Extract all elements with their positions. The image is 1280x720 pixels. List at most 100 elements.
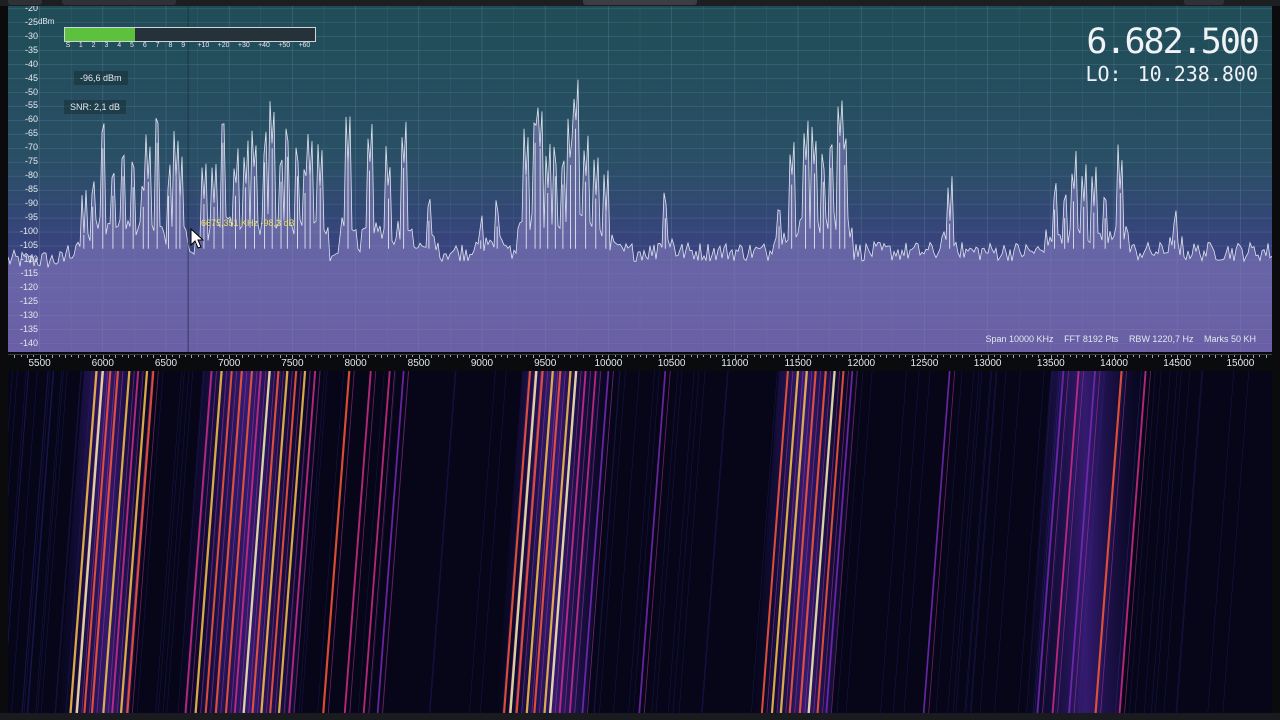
lo-frequency-display[interactable]: LO: 10.238.800 [1085,62,1258,86]
x-tick-mark [210,355,212,357]
s-meter-scale: S 1 2 3 4 5 6 7 8 9 +10 +20 +30 +40 +50 +60 [64,42,324,52]
x-tick-mark [886,355,888,358]
waterfall-noise [8,371,27,616]
waterfall-noise [369,371,397,713]
s-meter-scale-label: 1 [78,42,83,49]
x-tick-mark [1076,355,1078,358]
s-meter-scale-label: 6 [142,42,147,49]
spectrum-plot[interactable]: -20 -25 -30 -35 -40 -45 -50 -55 -60 -65 -70 -75 -80 -… [8,6,1272,352]
waterfall-signal-trace [922,371,951,713]
waterfall-noise [701,371,729,713]
waterfall-noise [27,371,55,713]
x-tick-mark [956,355,957,357]
x-tick-mark [58,355,60,357]
x-tick-mark [494,355,496,358]
x-tick-mark [393,355,395,358]
x-tick-mark [741,355,743,357]
x-tick-mark [317,355,319,358]
x-tick-mark [1183,355,1185,357]
mouse-pointer-icon [190,228,204,249]
x-tick-mark [20,355,22,357]
x-tick-mark [665,355,667,357]
x-tick-mark [71,355,73,357]
waterfall-noise [429,371,456,713]
s-meter-scale-label: 3 [104,42,109,49]
x-tick-label: 10000 [594,358,623,369]
toolbar-tab[interactable] [8,0,42,5]
y-tick-label: -65 [24,128,38,139]
x-tick-mark [172,355,174,357]
waterfall-noise [1154,371,1182,713]
x-tick-mark [140,355,142,358]
x-tick-mark [905,355,907,357]
y-axis: -20 -25 -30 -35 -40 -45 -50 -55 -60 -65 -70 -75 -80 -… [8,6,48,352]
x-tick-mark [918,355,920,357]
x-tick-mark [1082,355,1084,357]
x-tick-mark [968,355,970,357]
x-tick-mark [450,355,452,357]
x-tick-mark [690,355,692,357]
x-tick-label: 13500 [1036,358,1065,369]
x-tick-mark [235,355,237,357]
x-tick-mark [1145,355,1147,357]
x-tick-mark [248,355,250,357]
x-tick-mark [178,355,180,358]
waterfall-noise [22,371,49,713]
fft-info: FFT 8192 Pts [1064,334,1119,344]
waterfall-noise [1207,371,1235,713]
waterfall-display[interactable] [8,371,1272,713]
x-tick-label: 14000 [1100,358,1128,369]
x-tick-mark [115,355,117,358]
waterfall-noise [613,371,640,713]
frequency-axis[interactable]: 5500 6000 6500 7000 7500 8000 8500 9000 9500 1000… [8,354,1272,371]
waterfall-noise [1222,371,1250,713]
x-tick-mark [1025,355,1027,358]
lo-value: 10.238.800 [1137,62,1258,86]
x-tick-mark [943,355,945,357]
x-tick-mark [583,355,585,358]
x-tick-mark [1151,355,1153,358]
y-tick-label: -105 [19,239,38,250]
waterfall-noise [1176,371,1204,713]
x-tick-mark [52,355,54,358]
x-tick-mark [766,355,768,357]
x-tick-label: 6500 [154,358,178,369]
waterfall-noise [880,371,907,713]
x-tick-mark [500,355,502,357]
window-controls[interactable] [1184,0,1224,5]
toolbar-tab[interactable] [62,0,176,5]
waterfall-noise [935,371,963,713]
cursor-readout: 6675,351 KHz -98,3 dB [201,218,295,228]
waterfall-noise [469,371,496,713]
x-tick-mark [646,355,648,358]
vfo-frequency-display[interactable]: 6.682.500 [1086,22,1260,62]
x-tick-mark [1259,355,1261,357]
x-tick-mark [1139,355,1141,358]
x-tick-mark [83,355,85,357]
x-tick-label: 8000 [344,358,367,369]
x-tick-label: 11500 [784,358,812,369]
x-tick-mark [949,355,951,358]
x-tick-mark [602,355,604,357]
waterfall-signal-trace [638,371,667,713]
x-tick-mark [254,355,256,358]
y-tick-label: -20 [24,6,38,13]
x-tick-mark [437,355,439,357]
spectrum-chart[interactable] [8,6,1272,352]
waterfall-signal-trace [349,371,377,713]
y-tick-label: -70 [24,142,38,153]
s-meter-scale-label: +10 [197,42,210,49]
spectrum-panel[interactable]: -20 -25 -30 -35 -40 -45 -50 -55 -60 -65 -70 -75 -80 -… [8,6,1272,371]
x-tick-mark [311,355,313,357]
x-tick-mark [640,355,641,357]
y-tick-label: -35 [24,44,38,55]
toolbar-tab[interactable] [583,0,697,5]
s-meter-scale-label: 4 [117,42,122,49]
x-tick-mark [197,355,199,357]
x-tick-mark [305,355,307,358]
x-tick-label: 14500 [1163,358,1192,369]
waterfall-noise [358,371,385,713]
waterfall-noise [317,371,344,713]
x-tick-mark [1088,355,1090,358]
y-tick-label: -60 [24,114,38,125]
